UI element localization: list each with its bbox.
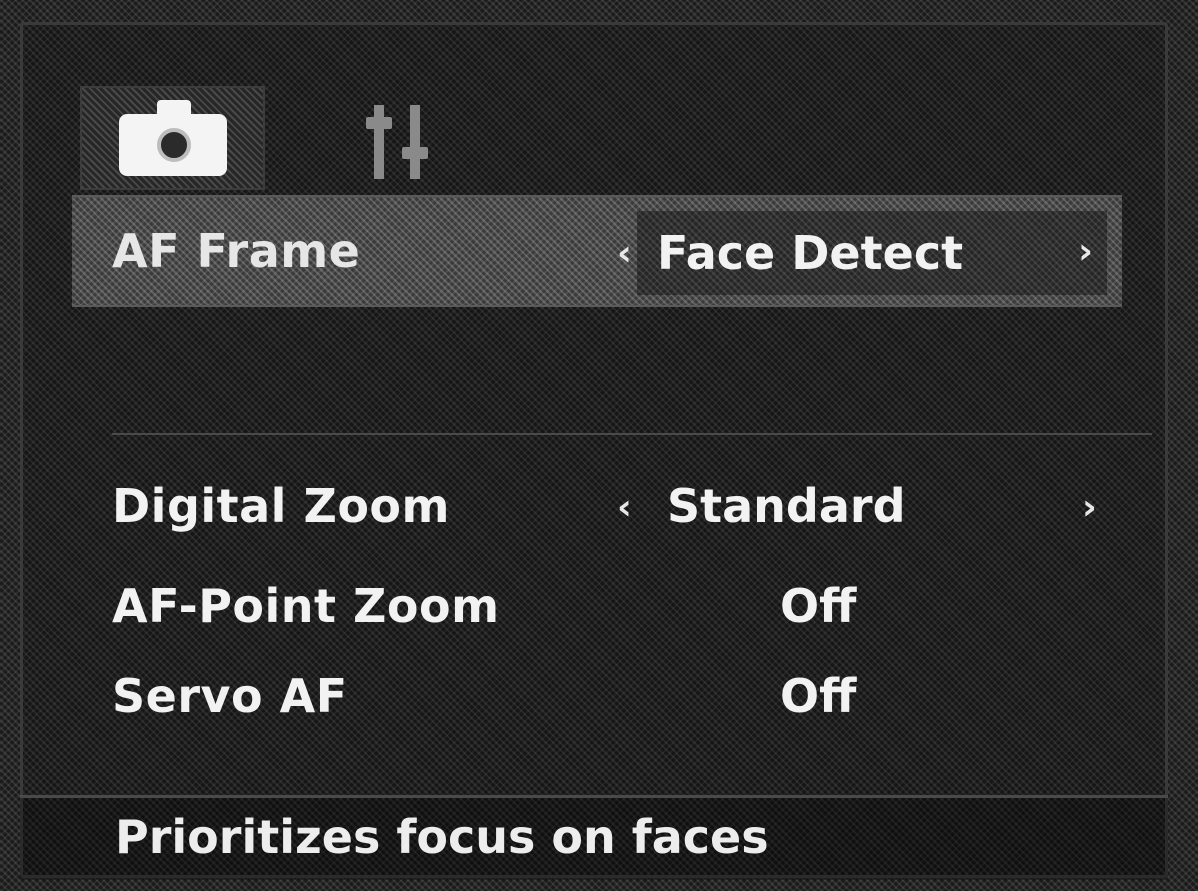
menu-divider: [112, 433, 1152, 435]
menu-spacer: [72, 307, 1122, 433]
menu-item-af-point-zoom[interactable]: AF-Point Zoom Off: [72, 561, 1122, 651]
digital-zoom-value: Standard: [667, 479, 906, 533]
hint-text: Prioritizes focus on faces: [115, 810, 769, 864]
af-point-zoom-value: Off: [780, 579, 857, 633]
tab-shooting[interactable]: [80, 86, 265, 190]
menu-item-digital-zoom[interactable]: Digital Zoom ‹ Standard ›: [72, 451, 1122, 561]
af-frame-value: Face Detect: [657, 226, 964, 280]
settings-icon: [360, 95, 440, 181]
chevron-left-icon[interactable]: ‹: [617, 233, 632, 274]
af-frame-label: AF Frame: [112, 224, 361, 278]
af-point-zoom-label: AF-Point Zoom: [112, 579, 500, 633]
chevron-right-icon[interactable]: ›: [1082, 487, 1097, 528]
af-frame-value-box[interactable]: Face Detect ›: [637, 211, 1107, 295]
chevron-left-icon[interactable]: ‹: [617, 487, 632, 528]
hint-bar: Prioritizes focus on faces: [20, 795, 1168, 880]
shooting-menu: AF Frame ‹ Face Detect › Digital Zoom ‹ …: [72, 195, 1152, 741]
menu-item-af-frame[interactable]: AF Frame ‹ Face Detect ›: [72, 195, 1122, 307]
chevron-right-icon[interactable]: ›: [1078, 231, 1093, 272]
tab-setup[interactable]: [325, 86, 475, 190]
camera-icon: [118, 100, 227, 176]
tab-bar: [80, 80, 475, 190]
menu-item-servo-af[interactable]: Servo AF Off: [72, 651, 1122, 741]
servo-af-label: Servo AF: [112, 669, 348, 723]
camera-menu-screen: AF Frame ‹ Face Detect › Digital Zoom ‹ …: [0, 0, 1198, 891]
servo-af-value: Off: [780, 669, 857, 723]
digital-zoom-label: Digital Zoom: [112, 479, 450, 533]
